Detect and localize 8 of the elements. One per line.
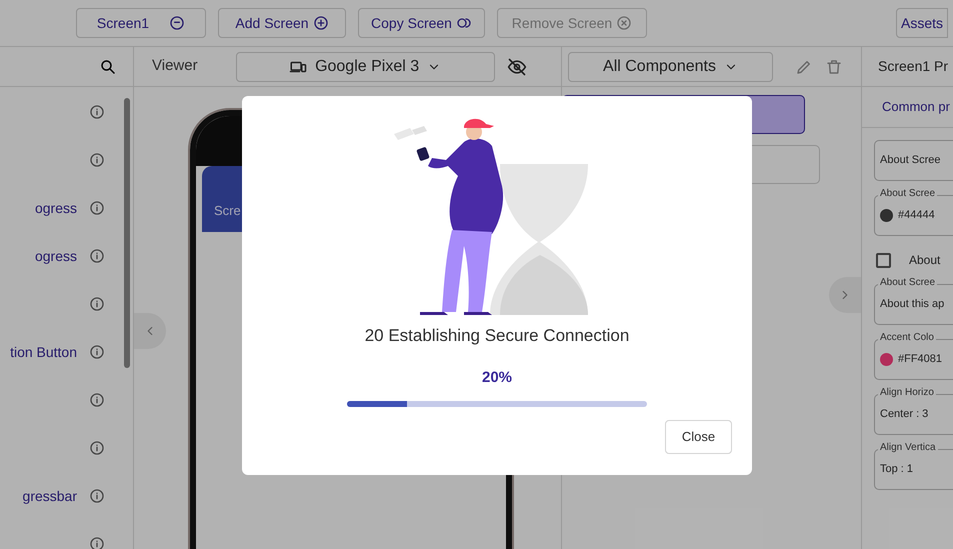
checkbox-label: About xyxy=(909,252,940,269)
field-label: Align Vertica xyxy=(878,441,938,455)
app-bar-title: Scre xyxy=(214,202,241,220)
panel-title: Viewer xyxy=(152,56,198,76)
panel-title: Screen1 Pr xyxy=(878,57,948,76)
dialog-message: 20 Establishing Secure Connection xyxy=(364,325,630,347)
field-label: Align Horizo xyxy=(878,386,936,400)
progress-percent: 20% xyxy=(482,368,512,388)
